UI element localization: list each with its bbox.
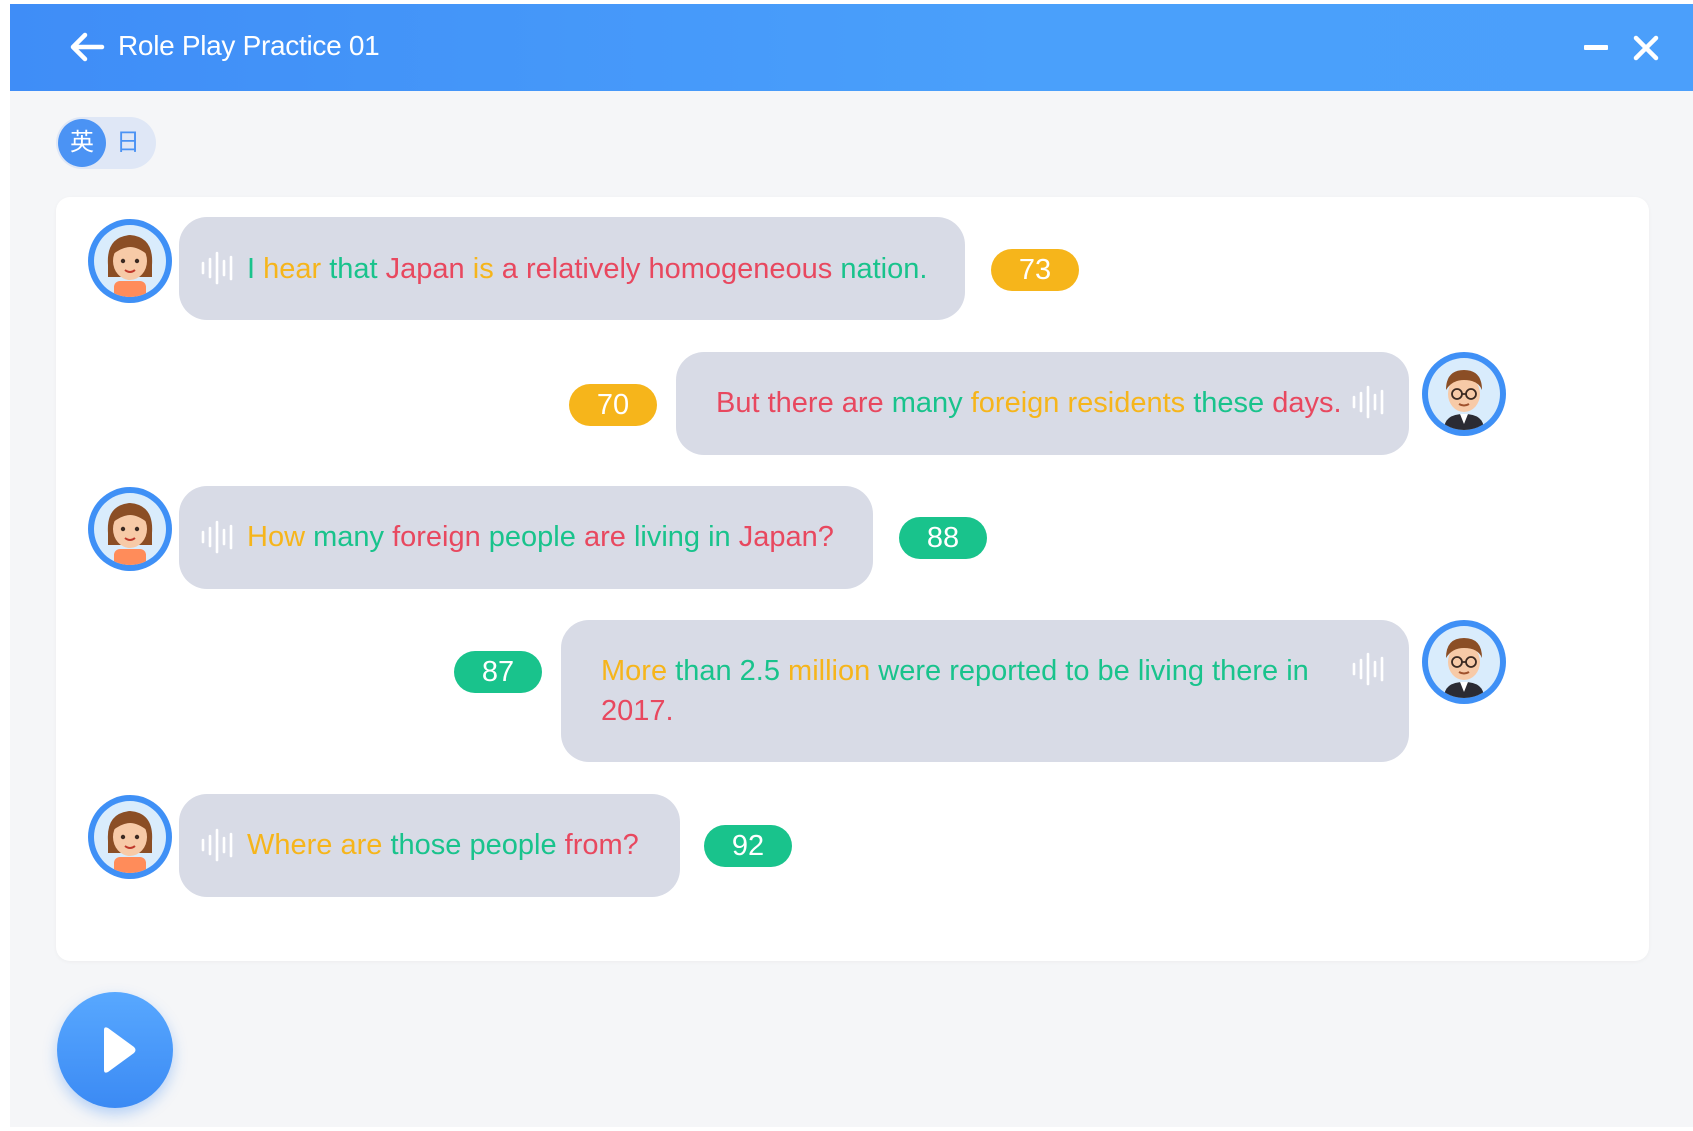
scored-word: I xyxy=(247,253,256,285)
scored-word: reported xyxy=(949,655,1058,687)
back-button[interactable] xyxy=(66,26,108,68)
scored-word: living xyxy=(1137,655,1204,687)
scored-word: a xyxy=(501,253,518,285)
scored-word: these xyxy=(1193,387,1265,419)
audio-wave-icon[interactable] xyxy=(1350,385,1390,419)
lang-english-option[interactable]: 英 xyxy=(58,119,106,167)
message-bubble[interactable]: I hear that Japan is a relatively homoge… xyxy=(179,217,965,320)
message-text: I hear that Japan is a relatively homoge… xyxy=(247,247,927,291)
audio-wave-icon[interactable] xyxy=(199,828,239,862)
score-badge: 87 xyxy=(454,651,542,693)
message-line: 2017. xyxy=(601,689,1321,733)
audio-wave-icon[interactable] xyxy=(199,520,239,554)
message-text: But there are many foreign residents the… xyxy=(716,381,1342,425)
male-avatar xyxy=(1422,352,1506,436)
scored-word: days. xyxy=(1272,387,1342,419)
scored-word: living xyxy=(633,521,701,553)
scored-word: there xyxy=(767,387,834,419)
scored-word: nation. xyxy=(840,253,928,285)
title-bar: Role Play Practice 01 xyxy=(10,4,1693,91)
scored-word: is xyxy=(472,253,494,285)
play-icon xyxy=(104,1027,136,1073)
scored-word: people xyxy=(469,829,557,861)
female-avatar xyxy=(88,219,172,303)
female-avatar xyxy=(88,487,172,571)
message-bubble[interactable]: Where are those people from? xyxy=(179,794,680,897)
scored-word: foreign xyxy=(392,521,481,553)
scored-word: in xyxy=(708,521,731,553)
scored-word: Where xyxy=(247,829,333,861)
score-badge: 73 xyxy=(991,249,1079,291)
scored-word: there xyxy=(1212,655,1279,687)
scored-word: to xyxy=(1065,655,1090,687)
message-bubble[interactable]: How many foreign people are living in Ja… xyxy=(179,486,873,589)
scored-word: many xyxy=(891,387,963,419)
scored-word: homogeneous xyxy=(648,253,833,285)
male-avatar xyxy=(1422,620,1506,704)
app-window: Role Play Practice 01 英 日 I hear that Ja… xyxy=(10,4,1693,1127)
scored-word: that xyxy=(329,253,378,285)
audio-wave-icon[interactable] xyxy=(1350,652,1390,686)
scored-word: residents xyxy=(1067,387,1186,419)
language-toggle: 英 日 xyxy=(56,117,156,169)
scored-word: many xyxy=(313,521,384,553)
scored-word: from? xyxy=(564,829,639,861)
scored-word: are xyxy=(583,521,626,553)
audio-wave-icon[interactable] xyxy=(199,251,239,285)
scored-word: in xyxy=(1286,655,1309,687)
scored-word: are xyxy=(841,387,884,419)
message-line: More than 2.5 million were reported to b… xyxy=(601,649,1321,693)
scored-word: be xyxy=(1097,655,1130,687)
scored-word: people xyxy=(488,521,576,553)
arrow-left-icon xyxy=(70,32,105,62)
scored-word: Japan? xyxy=(738,521,834,553)
chat-panel: I hear that Japan is a relatively homoge… xyxy=(56,197,1649,961)
scored-word: hear xyxy=(263,253,322,285)
close-button[interactable] xyxy=(1628,30,1664,66)
message-bubble[interactable]: More than 2.5 million were reported to b… xyxy=(561,620,1409,762)
scored-word: were xyxy=(878,655,942,687)
scored-word: How xyxy=(247,521,306,553)
minimize-icon xyxy=(1584,45,1608,50)
lang-japanese-option[interactable]: 日 xyxy=(104,119,152,167)
scored-word: are xyxy=(340,829,383,861)
score-badge: 92 xyxy=(704,825,792,867)
scored-word: But xyxy=(716,387,760,419)
message-text: How many foreign people are living in Ja… xyxy=(247,515,834,559)
score-badge: 88 xyxy=(899,517,987,559)
score-badge: 70 xyxy=(569,384,657,426)
scored-word: 2.5 xyxy=(739,655,780,687)
scored-word: relatively xyxy=(525,253,641,285)
minimize-button[interactable] xyxy=(1578,34,1614,62)
play-button[interactable] xyxy=(57,992,173,1108)
message-bubble[interactable]: But there are many foreign residents the… xyxy=(676,352,1409,455)
message-text: Where are those people from? xyxy=(247,823,639,867)
scored-word: foreign xyxy=(970,387,1060,419)
message-text: More than 2.5 million were reported to b… xyxy=(601,649,1321,733)
scored-word: Japan xyxy=(385,253,465,285)
scored-word: those xyxy=(390,829,462,861)
close-icon xyxy=(1633,35,1659,61)
scored-word: 2017. xyxy=(601,695,674,727)
scored-word: More xyxy=(601,655,668,687)
scored-word: million xyxy=(788,655,871,687)
scored-word: than xyxy=(675,655,732,687)
female-avatar xyxy=(88,795,172,879)
window-title: Role Play Practice 01 xyxy=(118,30,380,61)
